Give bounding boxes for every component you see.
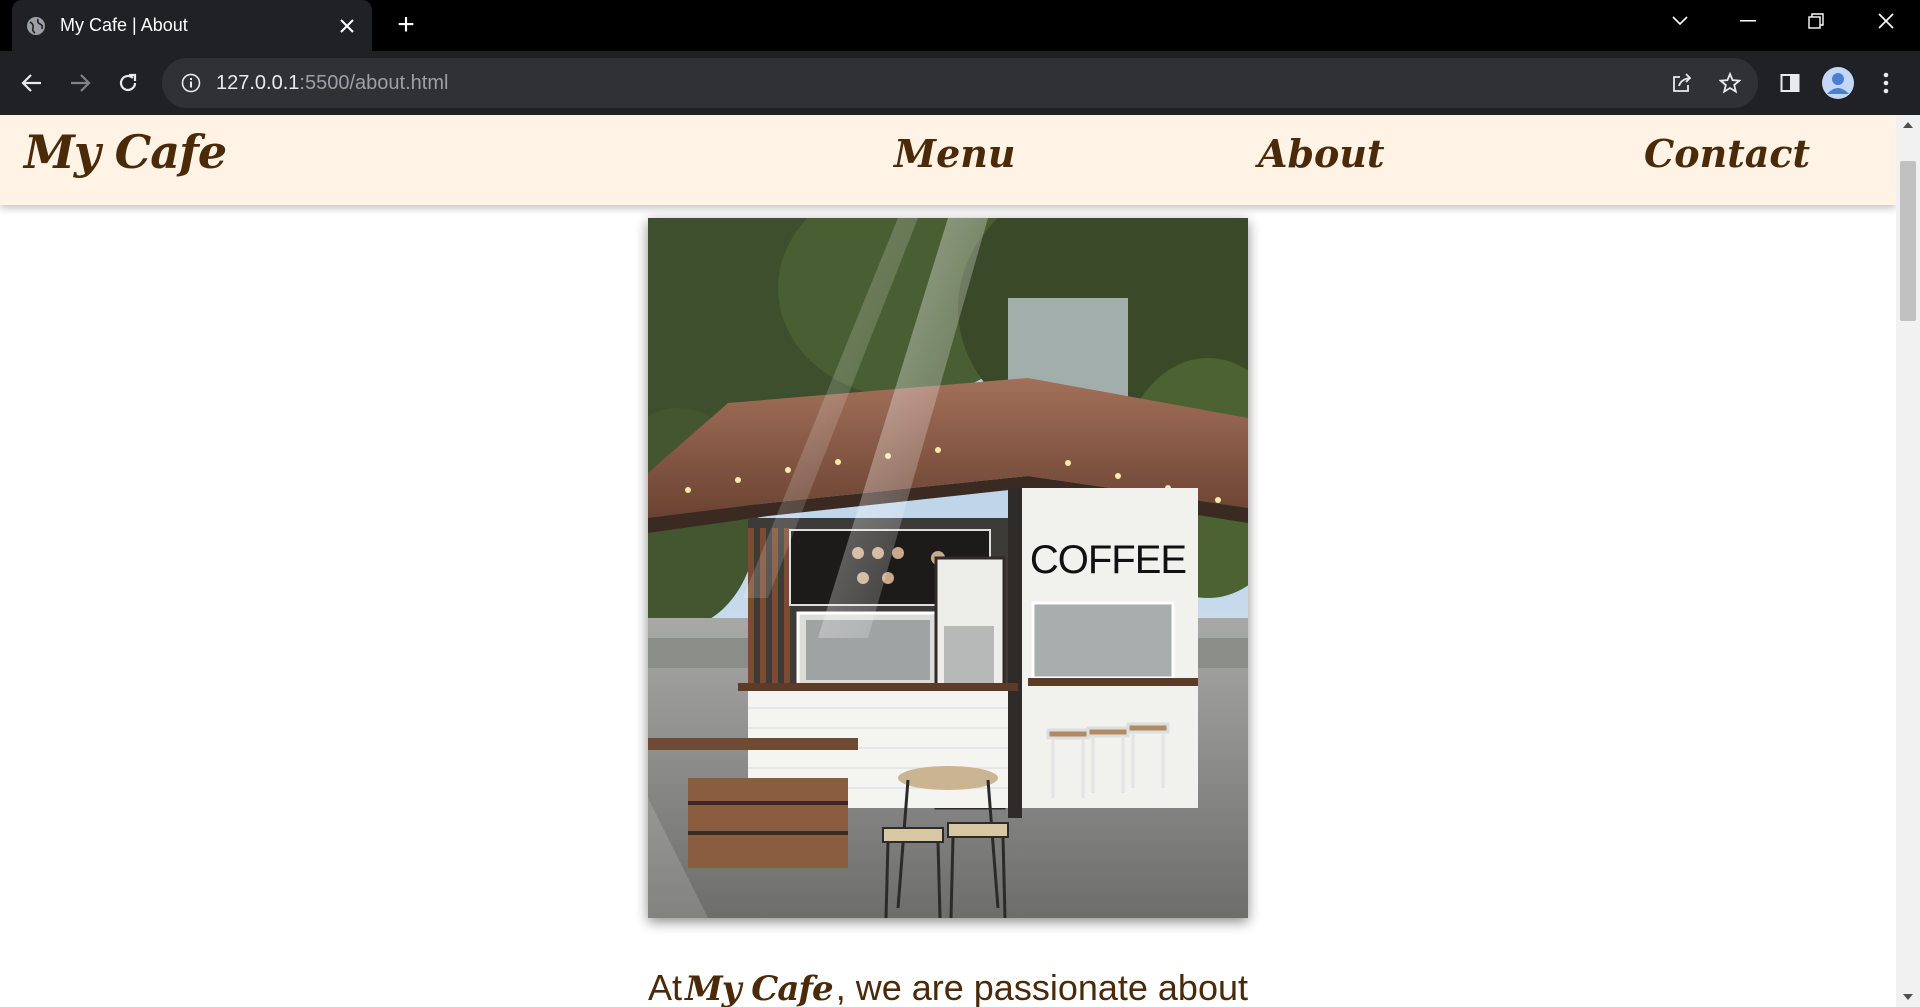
hero-sign-text: COFFEE [1030, 538, 1186, 582]
globe-icon [26, 16, 46, 36]
close-tab-icon[interactable] [336, 15, 358, 37]
back-button[interactable] [14, 65, 50, 101]
nav-contact-link[interactable]: Contact [1644, 131, 1810, 176]
nav-menu-link[interactable]: Menu [894, 131, 1016, 176]
reload-button[interactable] [110, 65, 146, 101]
kebab-menu-icon[interactable] [1868, 65, 1904, 101]
minimize-button[interactable] [1714, 0, 1782, 42]
side-panel-icon[interactable] [1772, 65, 1808, 101]
tab-search-button[interactable] [1646, 0, 1714, 42]
about-rest: , we are passionate about [835, 967, 1248, 1007]
scroll-down-arrow-icon[interactable] [1896, 987, 1920, 1007]
browser-toolbar: 127.0.0.1:5500/about.html [0, 51, 1920, 115]
page-viewport: My Cafe Menu About Contact COFFEE At My … [0, 115, 1896, 1007]
tab-strip: My Cafe | About + [0, 0, 1920, 51]
share-icon[interactable] [1664, 65, 1700, 101]
nav-about-link[interactable]: About [1258, 131, 1385, 176]
site-logo[interactable]: My Cafe [24, 125, 227, 179]
site-header: My Cafe Menu About Contact [0, 115, 1896, 205]
cafe-kiosk-image: hello COFFEE [648, 218, 1248, 918]
tab-title: My Cafe | About [60, 15, 188, 35]
page-scrollbar[interactable] [1896, 115, 1920, 1007]
star-icon[interactable] [1712, 65, 1748, 101]
about-at: At [648, 967, 683, 1007]
browser-tab[interactable]: My Cafe | About [12, 0, 372, 51]
url-path: :5500/about.html [299, 71, 449, 94]
url-host: 127.0.0.1 [216, 71, 300, 94]
reload-icon [119, 73, 137, 92]
avatar-icon[interactable] [1820, 65, 1856, 101]
close-window-button[interactable] [1852, 0, 1920, 42]
about-brand-name: My Cafe [685, 969, 834, 1007]
scroll-up-arrow-icon[interactable] [1896, 115, 1920, 135]
restore-button[interactable] [1782, 0, 1850, 42]
info-icon[interactable] [180, 72, 202, 94]
new-tab-button[interactable]: + [390, 10, 422, 42]
arrow-right-icon [71, 74, 91, 92]
about-intro-text: At My Cafe , we are passionate about [648, 967, 1248, 1007]
forward-button[interactable] [62, 65, 98, 101]
address-bar[interactable]: 127.0.0.1:5500/about.html [162, 58, 1758, 108]
scrollbar-thumb[interactable] [1900, 161, 1916, 321]
arrow-left-icon [21, 74, 41, 92]
